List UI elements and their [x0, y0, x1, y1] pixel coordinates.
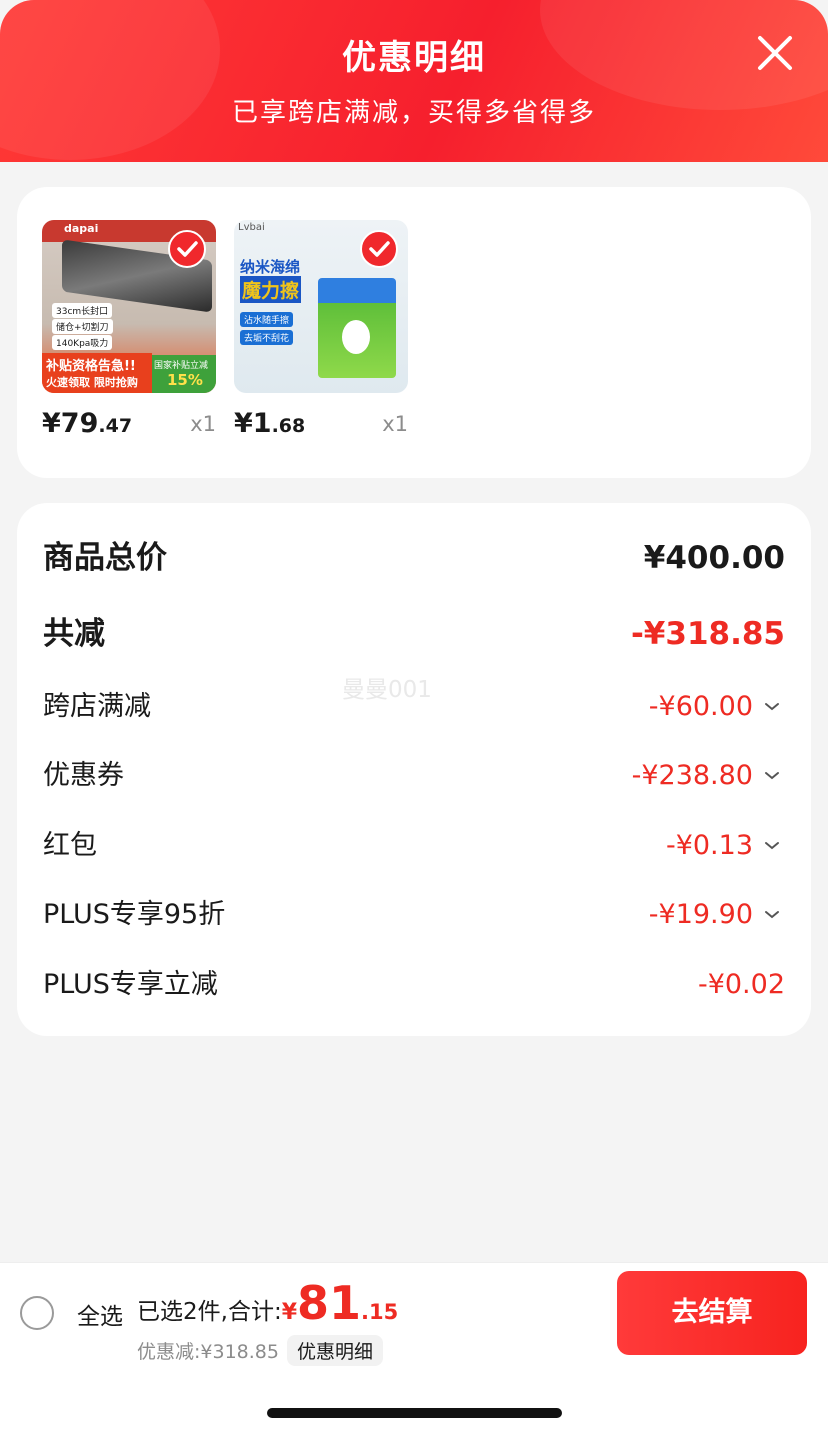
bottom-bar: 全选 已选2件,合计:¥81.15 优惠减:¥318.85 优惠明细 去结算	[0, 1262, 828, 1436]
select-all-checkbox[interactable]	[20, 1296, 54, 1330]
image-text: 纳米海绵	[240, 258, 301, 276]
product-item[interactable]: Lvbai 纳米海绵 魔力擦 沾水随手擦 去垢不刮花 ¥1.68 x1	[234, 220, 408, 439]
chevron-down-icon[interactable]	[763, 838, 781, 852]
product-quantity: x1	[382, 412, 408, 436]
selected-check-icon[interactable]	[360, 230, 398, 268]
total-price-value: ¥400.00	[643, 540, 785, 576]
brand-text: dapai	[64, 222, 99, 235]
image-text: 沾水随手擦	[240, 312, 294, 327]
total-price-row: 商品总价 ¥400.00	[43, 533, 785, 583]
image-text: 魔力擦	[240, 276, 302, 303]
discount-label: 优惠券	[43, 760, 124, 791]
product-image[interactable]: dapai 33cm长封口 储仓+切割刀 140Kpa吸力 补贴资格告急!! 火…	[42, 220, 216, 393]
brand-text: Lvbai	[238, 222, 265, 233]
discount-row-coupon[interactable]: 优惠券 -¥238.80	[43, 751, 785, 801]
header: 优惠明细 已享跨店满减，买得多省得多	[0, 0, 828, 162]
image-text: 33cm长封口	[52, 303, 113, 318]
total-amount-int: 81	[297, 1276, 362, 1330]
discount-summary-card: 商品总价 ¥400.00 共减 -¥318.85 跨店满减 -¥60.00 优惠…	[17, 503, 811, 1036]
total-amount-dec: .15	[361, 1300, 399, 1324]
chevron-down-icon[interactable]	[763, 768, 781, 782]
discount-summary: 优惠减:¥318.85 优惠明细	[137, 1335, 383, 1366]
discount-label: PLUS专享立减	[43, 969, 218, 1000]
selected-check-icon[interactable]	[168, 230, 206, 268]
discount-label: 跨店满减	[43, 691, 151, 722]
total-reduce-row: 共减 -¥318.85	[43, 609, 785, 659]
home-indicator	[267, 1408, 562, 1418]
product-card: dapai 33cm长封口 储仓+切割刀 140Kpa吸力 补贴资格告急!! 火…	[17, 187, 811, 478]
selected-summary: 已选2件,合计:¥81.15	[137, 1276, 398, 1336]
selected-count-text: 已选2件,合计:	[137, 1299, 282, 1325]
discount-row-red-packet[interactable]: 红包 -¥0.13	[43, 821, 785, 871]
discount-label: PLUS专享95折	[43, 899, 226, 930]
close-icon[interactable]	[752, 30, 798, 76]
discount-detail-button[interactable]: 优惠明细	[286, 1335, 383, 1366]
total-reduce-label: 共减	[43, 616, 105, 652]
discount-row-plus-95[interactable]: PLUS专享95折 -¥19.90	[43, 890, 785, 940]
image-text: 储仓+切割刀	[52, 319, 113, 334]
total-price-label: 商品总价	[43, 540, 167, 576]
chevron-down-icon[interactable]	[763, 699, 781, 713]
page-title: 优惠明细	[342, 38, 486, 78]
discount-value: -¥0.13	[665, 830, 753, 861]
discount-total-text: 优惠减:¥318.85	[137, 1341, 279, 1363]
discount-value: -¥19.90	[648, 899, 753, 930]
discount-value: -¥0.02	[697, 969, 785, 1000]
total-reduce-value: -¥318.85	[630, 616, 785, 652]
page-subtitle: 已享跨店满减，买得多省得多	[231, 98, 596, 128]
discount-label: 红包	[43, 830, 97, 861]
discount-value: -¥60.00	[648, 691, 753, 722]
discount-row-plus-reduce: PLUS专享立减 -¥0.02	[43, 960, 785, 1010]
header-decoration	[0, 0, 220, 160]
image-text: 15%	[167, 371, 203, 389]
image-text: 140Kpa吸力	[52, 335, 113, 350]
product-quantity: x1	[190, 412, 216, 436]
watermark: 曼曼001	[342, 677, 432, 703]
product-item[interactable]: dapai 33cm长封口 储仓+切割刀 140Kpa吸力 补贴资格告急!! 火…	[42, 220, 216, 439]
product-price: ¥79.47	[42, 408, 133, 439]
image-text: 火速领取 限时抢购	[46, 376, 138, 389]
image-text: 去垢不刮花	[240, 330, 294, 345]
select-all-label[interactable]: 全选	[77, 1297, 123, 1331]
discount-value: -¥238.80	[631, 760, 753, 791]
image-text: 补贴资格告急!!	[46, 359, 136, 374]
penguin-mascot	[342, 320, 370, 354]
checkout-button[interactable]: 去结算	[617, 1271, 807, 1355]
chevron-down-icon[interactable]	[763, 907, 781, 921]
product-image[interactable]: Lvbai 纳米海绵 魔力擦 沾水随手擦 去垢不刮花	[234, 220, 408, 393]
product-price: ¥1.68	[234, 408, 306, 439]
image-text: 国家补贴立减	[154, 361, 209, 371]
total-currency: ¥	[281, 1300, 298, 1325]
